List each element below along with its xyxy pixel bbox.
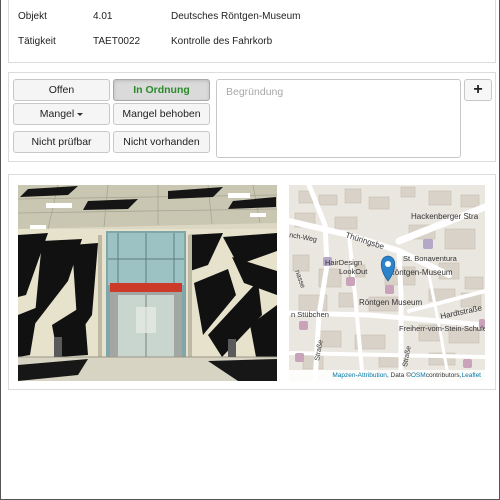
mangel-behoben-button[interactable]: Mangel behoben	[113, 103, 210, 125]
begruendung-textarea[interactable]	[216, 79, 461, 158]
elevator-photo-image	[18, 185, 277, 381]
nicht-vorhanden-button[interactable]: Nicht vorhanden	[113, 131, 210, 153]
map-street-label: Freiherr-vom-Stein-Schule	[399, 324, 485, 333]
action-panel: Offen In Ordnung Mangel Mangel behoben N…	[8, 72, 496, 162]
map-poi-label: n Stübchen	[291, 310, 329, 319]
mangel-dropdown-button[interactable]: Mangel	[13, 103, 110, 125]
map-poi-label: LookOut	[339, 267, 368, 276]
offen-button[interactable]: Offen	[13, 79, 110, 101]
mangel-label: Mangel	[39, 108, 75, 120]
nicht-pruefbar-button[interactable]: Nicht prüfbar	[13, 131, 110, 153]
info-panel: Objekt 4.01 Deutsches Röntgen-Museum Tät…	[8, 0, 496, 63]
add-button[interactable]: +	[464, 79, 492, 101]
mapzen-link[interactable]: Mapzen	[332, 372, 355, 379]
attribution-data-text: , Data ©	[386, 372, 411, 379]
taetigkeit-description: Kontrolle des Fahrkorb	[171, 36, 273, 47]
objekt-number: 4.01	[93, 11, 113, 22]
osm-link[interactable]: OSM	[411, 372, 426, 379]
map-poi-label: HairDesign	[325, 258, 362, 267]
attribution-link[interactable]: Attribution	[358, 372, 387, 379]
map-street-label: Hackenberger Stra	[411, 212, 479, 221]
taetigkeit-label: Tätigkeit	[18, 36, 56, 47]
media-panel: Hackenberger Stra Thüringsbe nch-Weg St.…	[8, 174, 496, 390]
map-poi-label: Röntgen-Museum	[389, 268, 453, 277]
attribution-contributors-text: contributors,	[425, 372, 462, 379]
map-view[interactable]: Hackenberger Stra Thüringsbe nch-Weg St.…	[289, 185, 485, 381]
app-frame: Objekt 4.01 Deutsches Röntgen-Museum Tät…	[0, 0, 500, 500]
map-tiles: Hackenberger Stra Thüringsbe nch-Weg St.…	[289, 185, 485, 381]
elevator-photo[interactable]	[18, 185, 277, 381]
caret-down-icon	[77, 112, 84, 116]
map-street-label: St. Bonaventura	[403, 254, 458, 263]
leaflet-link[interactable]: Leaflet	[461, 372, 481, 379]
objekt-label: Objekt	[18, 11, 47, 22]
map-attribution: Mapzen - Attribution , Data © OSM contri…	[289, 370, 485, 381]
taetigkeit-code: TAET0022	[93, 36, 141, 47]
map-poi-label: Röntgen Museum	[359, 298, 422, 307]
objekt-name: Deutsches Röntgen-Museum	[171, 11, 301, 22]
in-ordnung-button[interactable]: In Ordnung	[113, 79, 210, 101]
